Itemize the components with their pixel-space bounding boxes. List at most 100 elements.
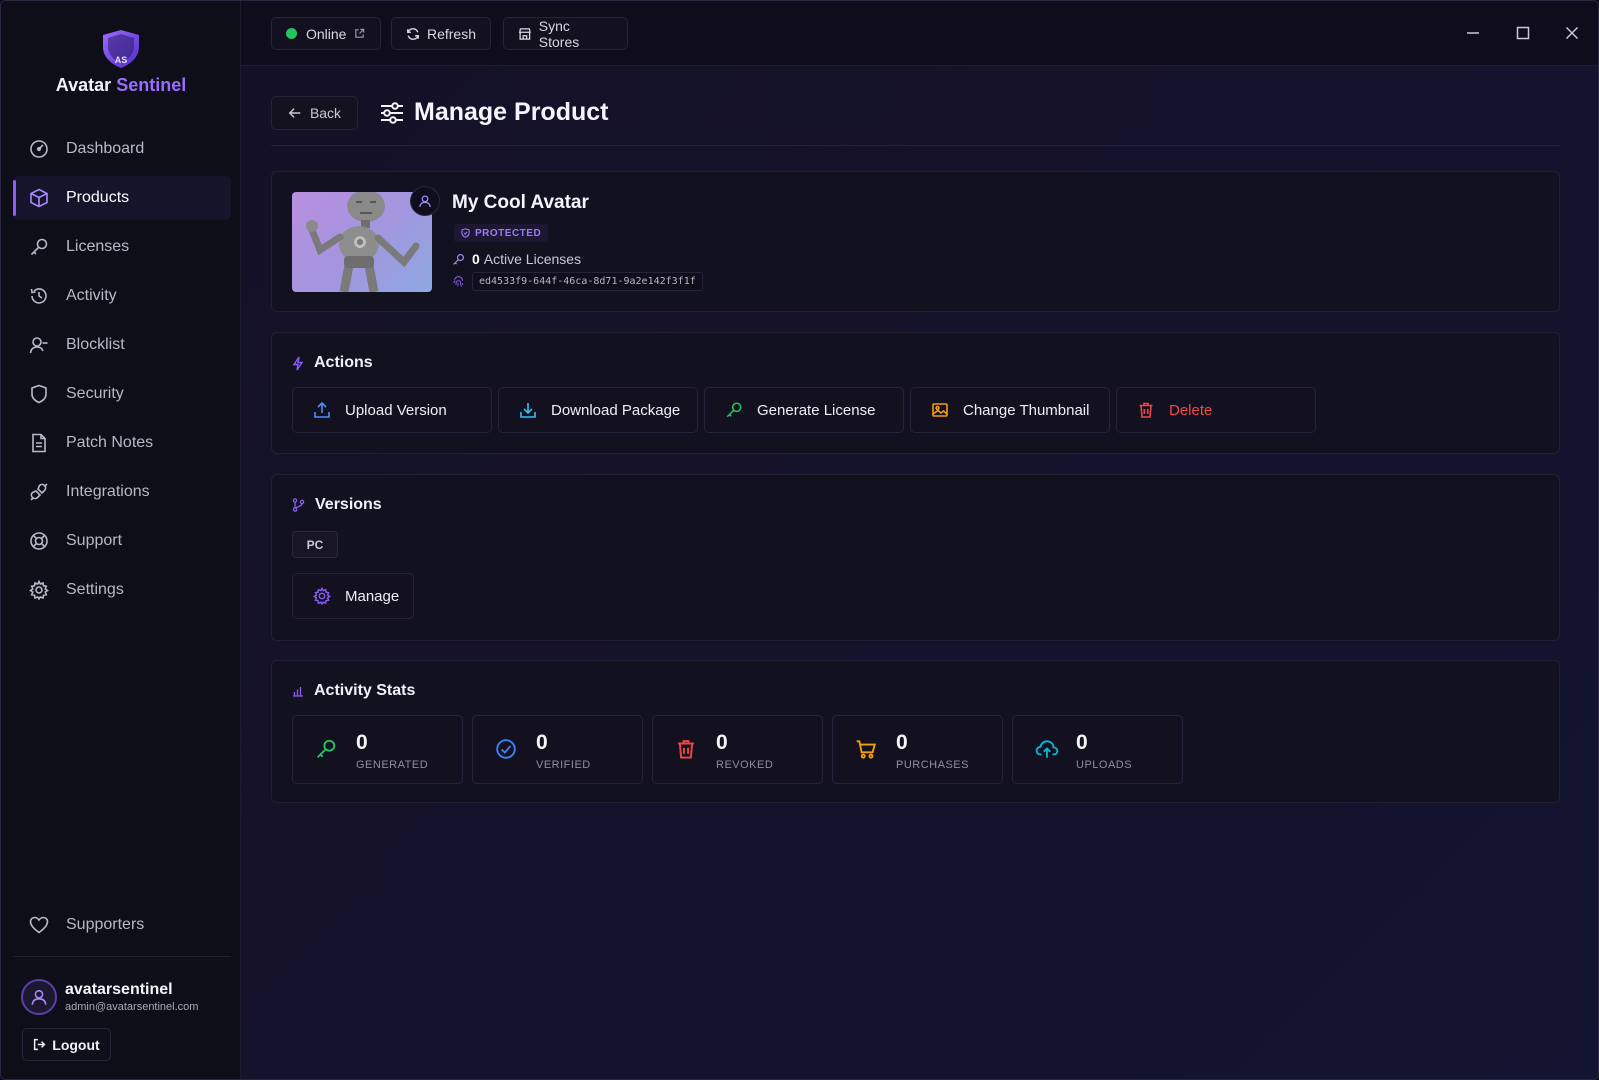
- versions-section-title: Versions: [292, 496, 382, 514]
- sidebar-item-dashboard[interactable]: Dashboard: [13, 127, 231, 171]
- sidebar-item-label: Licenses: [66, 238, 130, 255]
- stat-label: UPLOADS: [1076, 759, 1133, 771]
- sidebar-item-products[interactable]: Products: [13, 176, 231, 220]
- active-licenses: 0 Active Licenses: [452, 251, 581, 267]
- sidebar-item-security[interactable]: Security: [13, 372, 231, 416]
- gear-icon: [29, 580, 49, 600]
- bar-chart-icon: [293, 687, 303, 697]
- stat-value: 0: [716, 731, 728, 754]
- sidebar-item-blocklist[interactable]: Blocklist: [13, 323, 231, 367]
- sidebar-item-label: Patch Notes: [66, 434, 154, 451]
- git-branch-icon: [292, 498, 305, 512]
- sidebar-item-label: Supporters: [66, 916, 145, 933]
- stat-label: REVOKED: [716, 759, 774, 771]
- stat-revoked: 0 REVOKED: [652, 715, 823, 784]
- actions-card: Actions Upload Version Download Package …: [271, 332, 1560, 454]
- page-title: Manage Product: [379, 98, 608, 127]
- minimize-button[interactable]: [1463, 23, 1483, 43]
- user-info: avatarsentinel admin@avatarsentinel.com: [65, 981, 198, 1013]
- lightning-icon: [292, 356, 304, 370]
- key-icon: [453, 253, 464, 265]
- close-icon: [1565, 26, 1579, 40]
- page-title-text: Manage Product: [414, 98, 609, 126]
- active-licenses-label: Active Licenses: [483, 251, 582, 267]
- avatar-type-badge: [410, 186, 440, 216]
- shield-logo-icon: AS: [103, 30, 139, 68]
- maximize-button[interactable]: [1513, 23, 1533, 43]
- download-icon: [520, 403, 536, 418]
- generate-license-button[interactable]: Generate License: [704, 387, 904, 433]
- product-id[interactable]: ed4533f9-644f-46ca-8d71-9a2e142f3f1f: [472, 272, 703, 291]
- stat-uploads: 0 UPLOADS: [1012, 715, 1183, 784]
- sidebar-item-supporters[interactable]: Supporters: [13, 903, 231, 947]
- user-email: admin@avatarsentinel.com: [65, 1001, 199, 1013]
- sidebar-item-support[interactable]: Support: [13, 519, 231, 563]
- sidebar-item-label: Security: [66, 385, 124, 402]
- sidebar-item-label: Support: [66, 532, 123, 549]
- sidebar-item-activity[interactable]: Activity: [13, 274, 231, 318]
- cart-icon: [855, 738, 877, 765]
- logout-button[interactable]: Logout: [22, 1028, 111, 1061]
- generate-license-label: Generate License: [757, 401, 876, 419]
- shield-check-icon: [461, 228, 470, 238]
- sidebar-nav: Dashboard Products Licenses Activity Blo…: [13, 127, 231, 617]
- main-content: Online Refresh Sync Stores Back Manage P…: [241, 1, 1598, 1079]
- shield-icon: [29, 384, 49, 404]
- brand-name-first: Avatar: [55, 75, 112, 95]
- close-button[interactable]: [1562, 23, 1582, 43]
- sidebar-item-label: Integrations: [66, 483, 150, 500]
- online-status-button[interactable]: Online: [271, 17, 381, 50]
- actions-section-title: Actions: [292, 354, 373, 372]
- stat-value: 0: [356, 731, 368, 754]
- delete-button[interactable]: Delete: [1116, 387, 1316, 433]
- sidebar-item-patch-notes[interactable]: Patch Notes: [13, 421, 231, 465]
- sidebar-item-integrations[interactable]: Integrations: [13, 470, 231, 514]
- cloud-upload-icon: [1035, 738, 1059, 765]
- online-status-dot: [286, 28, 297, 39]
- avatar: [21, 979, 57, 1015]
- fingerprint-icon: [453, 276, 464, 287]
- platform-tag: PC: [292, 531, 338, 558]
- stat-label: GENERATED: [356, 759, 429, 771]
- heart-icon: [29, 915, 49, 935]
- sync-stores-label: Sync Stores: [538, 17, 580, 50]
- stat-generated: 0 GENERATED: [292, 715, 463, 784]
- sidebar-item-settings[interactable]: Settings: [13, 568, 231, 612]
- upload-version-button[interactable]: Upload Version: [292, 387, 492, 433]
- gear-icon: [313, 587, 331, 605]
- back-label: Back: [309, 105, 342, 121]
- stats-title: Activity Stats: [314, 682, 416, 699]
- sidebar-item-label: Products: [66, 189, 130, 206]
- sidebar-item-label: Dashboard: [66, 140, 145, 157]
- lifebuoy-icon: [29, 531, 49, 551]
- delete-label: Delete: [1169, 401, 1213, 419]
- history-icon: [29, 286, 49, 306]
- active-licenses-count: 0: [472, 251, 480, 267]
- manage-label: Manage: [345, 587, 400, 605]
- versions-title: Versions: [315, 496, 382, 513]
- user-profile[interactable]: avatarsentinel admin@avatarsentinel.com: [21, 979, 198, 1015]
- logout-label: Logout: [52, 1036, 100, 1053]
- user-icon: [31, 989, 47, 1005]
- page-header: Back Manage Product: [271, 96, 1560, 146]
- download-package-button[interactable]: Download Package: [498, 387, 698, 433]
- trash-icon: [675, 738, 697, 765]
- brand-name-second: Sentinel: [116, 75, 187, 95]
- manage-versions-button[interactable]: Manage: [292, 573, 414, 619]
- refresh-label: Refresh: [426, 25, 476, 42]
- sidebar: AS Avatar Sentinel Dashboard Products Li…: [1, 1, 241, 1079]
- change-thumbnail-button[interactable]: Change Thumbnail: [910, 387, 1110, 433]
- stat-purchases: 0 PURCHASES: [832, 715, 1003, 784]
- box-icon: [29, 188, 49, 208]
- status-badge-label: PROTECTED: [475, 227, 542, 239]
- sidebar-item-licenses[interactable]: Licenses: [13, 225, 231, 269]
- sidebar-divider: [13, 956, 231, 957]
- back-button[interactable]: Back: [271, 96, 358, 130]
- key-icon: [726, 402, 742, 418]
- logo-letters: AS: [115, 55, 128, 65]
- status-badge: PROTECTED: [454, 224, 549, 242]
- refresh-button[interactable]: Refresh: [391, 17, 491, 50]
- upload-version-label: Upload Version: [345, 401, 447, 419]
- sync-stores-button[interactable]: Sync Stores: [503, 17, 628, 50]
- brand-name: Avatar Sentinel: [1, 75, 241, 96]
